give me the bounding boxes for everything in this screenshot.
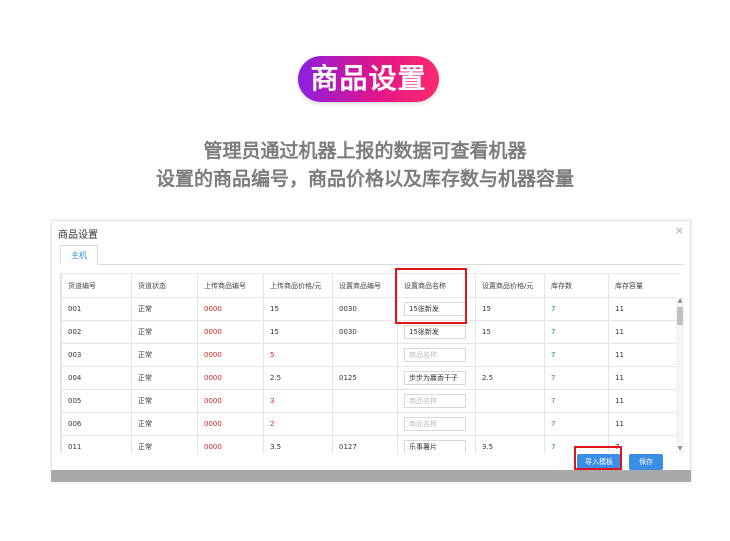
product-name-input[interactable]: 15张新发 [404, 325, 466, 339]
product-name-input[interactable]: 商品名称 [404, 417, 466, 431]
hero-description-line2: 设置的商品编号，商品价格以及库存数与机器容量 [155, 168, 574, 190]
cell-set-code: 0125 [332, 366, 398, 390]
cell-up-price: 15 [263, 320, 333, 344]
cell-up-code: 0000 [197, 343, 264, 367]
cell-up-code: 0000 [197, 320, 264, 344]
scrollbar-thumb[interactable] [677, 307, 683, 325]
highlight-import-button [574, 446, 622, 470]
table-row: 006 正常 0000 2 商品名称 7 11 [61, 412, 680, 436]
cell-up-code: 0000 [197, 412, 264, 436]
table-row: 005 正常 0000 3 商品名称 7 11 [61, 389, 680, 413]
cell-name: 步步为赢香干子 [397, 366, 476, 390]
cell-status: 正常 [131, 343, 198, 367]
cell-capacity: 11 [608, 297, 680, 321]
hero-description-line1: 管理员通过机器上报的数据可查看机器 [203, 140, 527, 162]
cell-up-price: 5 [263, 343, 333, 367]
product-name-input[interactable]: 步步为赢香干子 [404, 371, 466, 385]
product-settings-dialog: 商品设置 × 主机 货道编号 货道状态 上传商品编号 上传商品价格/元 设置商品… [51, 220, 691, 482]
cell-up-code: 0000 [197, 366, 264, 390]
cell-up-code: 0000 [197, 297, 264, 321]
lane-table: 货道编号 货道状态 上传商品编号 上传商品价格/元 设置商品编号 设置商品名称 … [60, 273, 680, 453]
product-name-input[interactable]: 商品名称 [404, 394, 466, 408]
cell-set-price: 2.5 [475, 366, 545, 390]
cell-lane: 011 [61, 435, 132, 453]
cell-set-price: 15 [475, 297, 545, 321]
table-scrollbar[interactable]: ▲ ▼ [676, 297, 684, 453]
cell-capacity: 11 [608, 366, 680, 390]
cell-stock: 7 [544, 297, 609, 321]
cell-up-price: 3 [263, 389, 333, 413]
cell-status: 正常 [131, 320, 198, 344]
cell-up-code: 0000 [197, 389, 264, 413]
cell-stock: 7 [544, 320, 609, 344]
cell-set-price [475, 412, 545, 436]
cell-name: 商品名称 [397, 343, 476, 367]
cell-lane: 002 [61, 320, 132, 344]
cell-stock: 7 [544, 412, 609, 436]
cell-set-code [332, 343, 398, 367]
column-header: 货道编号 [61, 273, 132, 298]
column-header: 库存数 [544, 273, 609, 298]
product-name-input[interactable]: 乐事薯片 [404, 440, 466, 453]
column-header: 货道状态 [131, 273, 198, 298]
cell-status: 正常 [131, 435, 198, 453]
tab-host[interactable]: 主机 [60, 245, 98, 265]
cell-set-code [332, 389, 398, 413]
cell-set-price: 3.5 [475, 435, 545, 453]
cell-set-price [475, 389, 545, 413]
column-header: 上传商品编号 [197, 273, 264, 298]
cell-lane: 003 [61, 343, 132, 367]
table-row: 002 正常 0000 15 0030 15张新发 15 7 11 [61, 320, 680, 344]
scroll-down-icon[interactable]: ▼ [676, 445, 684, 453]
product-name-input[interactable]: 商品名称 [404, 348, 466, 362]
cell-set-code: 0127 [332, 435, 398, 453]
scroll-up-icon[interactable]: ▲ [676, 297, 684, 305]
column-header: 库存容量 [608, 273, 680, 298]
cell-up-code: 0000 [197, 435, 264, 453]
cell-status: 正常 [131, 412, 198, 436]
close-icon[interactable]: × [675, 224, 684, 237]
save-button[interactable]: 保存 [629, 454, 663, 470]
cell-capacity: 11 [608, 389, 680, 413]
cell-set-code: 0030 [332, 297, 398, 321]
cell-stock: 7 [544, 389, 609, 413]
table-row: 004 正常 0000 2.5 0125 步步为赢香干子 2.5 7 11 [61, 366, 680, 390]
cell-name: 商品名称 [397, 389, 476, 413]
column-header: 设置商品价格/元 [475, 273, 545, 298]
cell-status: 正常 [131, 366, 198, 390]
hero-title-pill: 商品设置 [298, 56, 439, 102]
tab-bar: 主机 [60, 245, 684, 265]
cell-capacity: 11 [608, 412, 680, 436]
cell-up-price: 2.5 [263, 366, 333, 390]
cell-up-price: 2 [263, 412, 333, 436]
cell-lane: 001 [61, 297, 132, 321]
footer-bar [51, 470, 691, 482]
cell-status: 正常 [131, 389, 198, 413]
cell-up-price: 15 [263, 297, 333, 321]
cell-set-code [332, 412, 398, 436]
cell-stock: 7 [544, 343, 609, 367]
cell-name: 商品名称 [397, 412, 476, 436]
cell-up-price: 3.5 [263, 435, 333, 453]
cell-status: 正常 [131, 297, 198, 321]
cell-capacity: 11 [608, 320, 680, 344]
table-row: 001 正常 0000 15 0030 15张新发 15 7 11 [61, 297, 680, 321]
cell-set-price: 15 [475, 320, 545, 344]
cell-set-code: 0030 [332, 320, 398, 344]
cell-capacity: 11 [608, 343, 680, 367]
cell-lane: 004 [61, 366, 132, 390]
cell-name: 乐事薯片 [397, 435, 476, 453]
cell-stock: 7 [544, 366, 609, 390]
table-row: 003 正常 0000 5 商品名称 7 11 [61, 343, 680, 367]
dialog-title: 商品设置 [58, 230, 98, 241]
cell-lane: 006 [61, 412, 132, 436]
cell-set-price [475, 343, 545, 367]
table-header-row: 货道编号 货道状态 上传商品编号 上传商品价格/元 设置商品编号 设置商品名称 … [61, 273, 680, 298]
column-header: 设置商品编号 [332, 273, 398, 298]
cell-lane: 005 [61, 389, 132, 413]
highlight-name-column [395, 268, 467, 324]
column-header: 上传商品价格/元 [263, 273, 333, 298]
